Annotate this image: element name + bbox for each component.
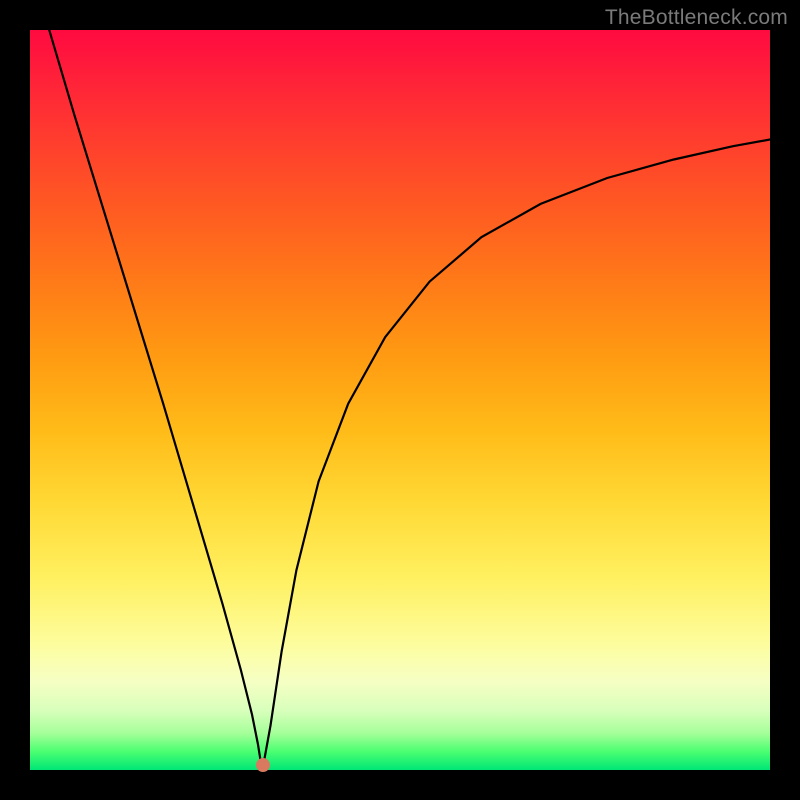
optimum-marker-dot — [256, 758, 270, 772]
plot-area — [30, 30, 770, 770]
bottleneck-curve — [30, 30, 770, 770]
curve-left-branch — [49, 30, 261, 763]
chart-frame: TheBottleneck.com — [0, 0, 800, 800]
watermark-text: TheBottleneck.com — [605, 6, 788, 30]
curve-right-branch — [263, 140, 770, 767]
